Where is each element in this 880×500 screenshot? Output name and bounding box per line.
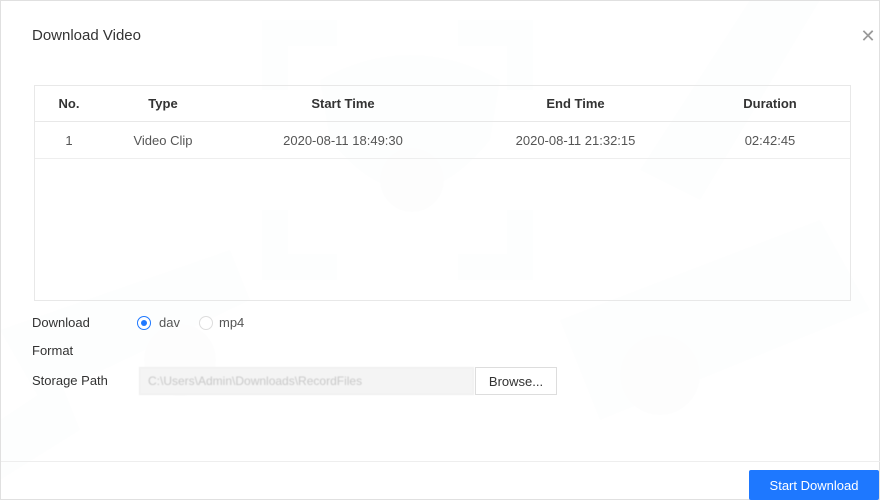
format-option-mp4[interactable]: mp4: [219, 315, 244, 330]
download-format-label-line2: Format: [32, 343, 74, 358]
download-video-dialog: Download Video ✕ No. Type Start Time End…: [0, 0, 880, 500]
header-start-time: Start Time: [311, 96, 375, 111]
header-type: Type: [148, 96, 178, 111]
table-row[interactable]: 1 Video Clip 2020-08-11 18:49:30 2020-08…: [35, 122, 850, 159]
row-no: 1: [65, 132, 73, 148]
header-end-time: End Time: [546, 96, 605, 111]
row-start-time: 2020-08-11 18:49:30: [283, 132, 403, 148]
row-duration: 02:42:45: [744, 132, 796, 148]
storage-path-input[interactable]: C:\Users\Admin\Downloads\RecordFiles: [139, 367, 474, 395]
row-end-time: 2020-08-11 21:32:15: [515, 132, 636, 148]
format-option-dav[interactable]: dav: [159, 315, 180, 330]
dialog-title: Download Video: [32, 27, 141, 44]
close-icon[interactable]: ✕: [859, 27, 877, 45]
start-download-button[interactable]: Start Download: [749, 470, 879, 500]
format-radio-dav[interactable]: [137, 316, 151, 330]
format-radio-mp4[interactable]: [199, 316, 213, 330]
table-header: No. Type Start Time End Time Duration: [35, 86, 850, 122]
footer-divider: [1, 461, 880, 462]
header-no: No.: [58, 96, 80, 111]
storage-path-label: Storage Path: [32, 373, 108, 388]
header-duration: Duration: [743, 96, 797, 111]
download-format-label: Download: [32, 315, 90, 330]
record-table: No. Type Start Time End Time Duration 1 …: [34, 85, 851, 301]
browse-button[interactable]: Browse...: [475, 367, 557, 395]
row-type: Video Clip: [133, 132, 193, 148]
